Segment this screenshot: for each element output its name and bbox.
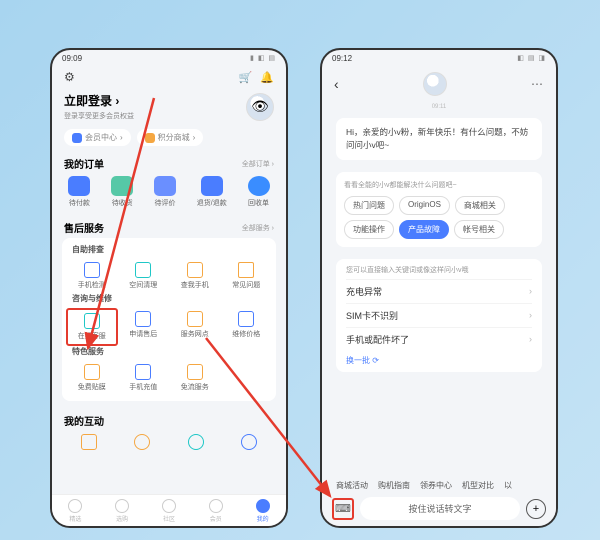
login-title[interactable]: 立即登录 › bbox=[64, 92, 134, 109]
chips-card: 看看全能的小v都能解决什么问题吧~ 热门问题 OriginOS 商城相关 功能操… bbox=[336, 172, 542, 247]
chip[interactable]: 热门问题 bbox=[344, 196, 394, 215]
status-time: 09:12 bbox=[332, 54, 352, 63]
svc-item[interactable]: 常见问题 bbox=[221, 259, 273, 293]
chip[interactable]: 功能操作 bbox=[344, 220, 394, 239]
sugg-row[interactable]: SIM卡不识别› bbox=[346, 303, 532, 327]
svc-item[interactable]: 查我手机 bbox=[169, 259, 221, 293]
order-item[interactable]: 待付款 bbox=[68, 176, 90, 208]
nav-item[interactable]: 选购 bbox=[115, 499, 129, 523]
pill-member[interactable]: 会员中心 › bbox=[64, 129, 131, 146]
nav-item-mine[interactable]: 我的 bbox=[256, 499, 270, 523]
chip[interactable]: OriginOS bbox=[399, 196, 450, 215]
interact-title: 我的互动 bbox=[64, 413, 104, 428]
interact-item[interactable] bbox=[223, 431, 277, 455]
order-item[interactable]: 待收货 bbox=[111, 176, 133, 208]
quick-chip[interactable]: 购机指南 bbox=[378, 480, 410, 491]
status-icons: ▮ ◧ ▤ bbox=[250, 54, 276, 62]
quick-chip[interactable]: 商城活动 bbox=[336, 480, 368, 491]
refresh-link[interactable]: 换一批 ⟳ bbox=[346, 351, 532, 366]
svc-item[interactable]: 空间清理 bbox=[118, 259, 170, 293]
quick-chip[interactable]: 领券中心 bbox=[420, 480, 452, 491]
interact-item[interactable] bbox=[62, 431, 116, 455]
quick-chip[interactable]: 机型对比 bbox=[462, 480, 494, 491]
svc-item[interactable]: 手机检测 bbox=[66, 259, 118, 293]
status-bar: 09:12 ◧ ▤ ◨ bbox=[322, 50, 556, 66]
back-icon[interactable]: ‹ bbox=[334, 76, 339, 92]
nav-item[interactable]: 精选 bbox=[68, 499, 82, 523]
sugg-row[interactable]: 手机或配件坏了› bbox=[346, 327, 532, 351]
svc-item[interactable]: 免流服务 bbox=[169, 361, 221, 395]
svc-item[interactable]: 手机充值 bbox=[118, 361, 170, 395]
svc-item[interactable]: 维修价格 bbox=[221, 308, 273, 346]
more-icon[interactable]: ⋯ bbox=[531, 77, 544, 91]
chip[interactable]: 帐号相关 bbox=[454, 220, 504, 239]
orders-more[interactable]: 全部订单 › bbox=[242, 159, 274, 169]
chip-active[interactable]: 产品故障 bbox=[399, 220, 449, 239]
bell-icon[interactable]: 🔔 bbox=[260, 71, 274, 84]
settings-icon[interactable]: ⚙ bbox=[64, 70, 75, 84]
quick-chip[interactable]: 以 bbox=[504, 480, 512, 491]
headset-icon bbox=[84, 313, 100, 329]
avatar[interactable]: 👁 bbox=[246, 93, 274, 121]
cart-icon[interactable]: 🛒 bbox=[239, 71, 253, 84]
phone-right: 09:12 ◧ ▤ ◨ ‹ ⋯ 09:11 Hi，亲爱的小v粉，新年快乐！有什么… bbox=[320, 48, 558, 528]
status-icons: ◧ ▤ ◨ bbox=[517, 54, 546, 62]
status-bar: 09:09 ▮ ◧ ▤ bbox=[52, 50, 286, 66]
bottom-nav: 精选 选购 社区 会员 我的 bbox=[52, 494, 286, 526]
interact-item[interactable] bbox=[169, 431, 223, 455]
order-item[interactable]: 回收单 bbox=[248, 176, 270, 208]
bot-avatar bbox=[423, 72, 447, 96]
svc-item[interactable]: 免费贴膜 bbox=[66, 361, 118, 395]
svc-item[interactable]: 申请售后 bbox=[118, 308, 170, 346]
quick-chips: 商城活动 购机指南 领券中心 机型对比 以 bbox=[322, 480, 556, 491]
chevron-right-icon: › bbox=[529, 334, 532, 344]
chevron-right-icon: › bbox=[529, 286, 532, 296]
sugg-title: 您可以直接输入关键词或像这样问小v哦 bbox=[346, 265, 532, 275]
status-time: 09:09 bbox=[62, 54, 82, 63]
pill-points[interactable]: 积分商城 › bbox=[137, 129, 204, 146]
order-item[interactable]: 退货/退款 bbox=[197, 176, 227, 208]
aftersale-title: 售后服务 bbox=[64, 220, 104, 235]
aftersale-more[interactable]: 全部服务 › bbox=[242, 223, 274, 233]
phone-left: 09:09 ▮ ◧ ▤ ⚙ 🛒 🔔 立即登录 › 登录享受更多会员权益 👁 会员… bbox=[50, 48, 288, 528]
chat-time: 09:11 bbox=[322, 102, 556, 112]
keyboard-icon[interactable]: ⌨ bbox=[332, 498, 354, 520]
order-item[interactable]: 待评价 bbox=[154, 176, 176, 208]
interact-item[interactable] bbox=[116, 431, 170, 455]
svc-online-support[interactable]: 在线客服 bbox=[66, 308, 118, 346]
sugg-row[interactable]: 充电异常› bbox=[346, 279, 532, 303]
chevron-right-icon: › bbox=[529, 310, 532, 320]
nav-item[interactable]: 会员 bbox=[209, 499, 223, 523]
group-label: 自助排查 bbox=[66, 244, 272, 259]
suggestions-card: 您可以直接输入关键词或像这样问小v哦 充电异常› SIM卡不识别› 手机或配件坏… bbox=[336, 259, 542, 372]
group-label: 咨询与维修 bbox=[66, 293, 272, 308]
nav-item[interactable]: 社区 bbox=[162, 499, 176, 523]
orders-title: 我的订单 bbox=[64, 156, 104, 171]
chips-title: 看看全能的小v都能解决什么问题吧~ bbox=[344, 180, 534, 190]
login-subtitle: 登录享受更多会员权益 bbox=[64, 111, 134, 121]
greeting-bubble: Hi，亲爱的小v粉，新年快乐！有什么问题，不妨问问小v吧~ bbox=[336, 118, 542, 160]
svc-item[interactable]: 服务网点 bbox=[169, 308, 221, 346]
voice-input[interactable]: 按住说话转文字 bbox=[360, 497, 520, 520]
plus-icon[interactable]: + bbox=[526, 499, 546, 519]
chip[interactable]: 商城相关 bbox=[455, 196, 505, 215]
group-label: 特色服务 bbox=[66, 346, 272, 361]
